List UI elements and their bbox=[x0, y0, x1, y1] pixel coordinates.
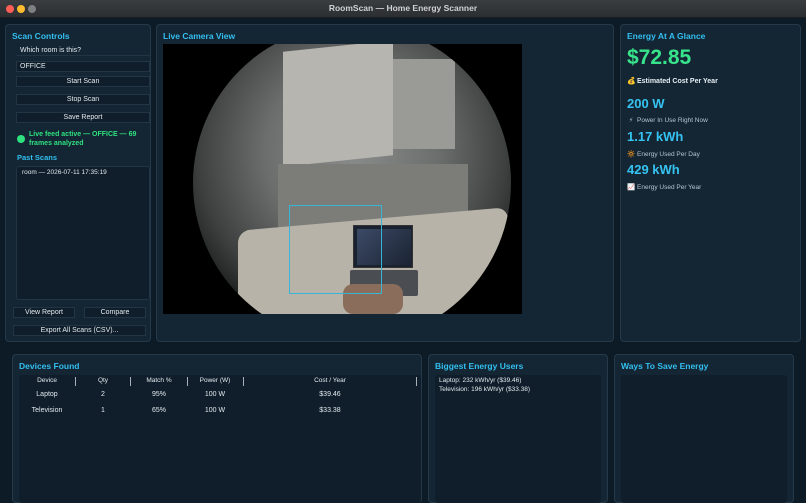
energy-per-day-value: 1.17 kWh bbox=[627, 129, 684, 144]
sun-icon: 🔆 bbox=[627, 151, 636, 158]
save-energy-panel: Ways To Save Energy bbox=[614, 354, 794, 503]
energy-glance-panel: Energy At A Glance $72.85 💰Estimated Cos… bbox=[620, 24, 801, 342]
devices-title: Devices Found bbox=[19, 361, 80, 371]
energy-glance-title: Energy At A Glance bbox=[627, 31, 706, 41]
room-name-input[interactable]: OFFICE bbox=[16, 61, 150, 72]
chart-up-icon: 📈 bbox=[627, 184, 636, 191]
scan-controls-title: Scan Controls bbox=[12, 31, 70, 41]
scan-controls-panel: Scan Controls Which room is this? OFFICE… bbox=[5, 24, 151, 342]
save-report-button[interactable]: Save Report bbox=[16, 112, 150, 123]
list-item: Television: 196 kWh/yr ($33.38) bbox=[439, 386, 531, 393]
stop-scan-button[interactable]: Stop Scan bbox=[16, 94, 150, 105]
title-bar: RoomScan — Home Energy Scanner bbox=[0, 0, 806, 18]
biggest-users-panel: Biggest Energy Users Laptop: 232 kWh/yr … bbox=[428, 354, 608, 503]
column-header-match[interactable]: Match % bbox=[131, 377, 187, 384]
column-header-qty[interactable]: Qty bbox=[76, 377, 130, 384]
past-scans-list[interactable]: room — 2026-07-11 17:35:19 bbox=[16, 166, 150, 300]
energy-per-day-label: 🔆 Energy Used Per Day bbox=[627, 151, 700, 158]
column-header-power[interactable]: Power (W) bbox=[188, 377, 242, 384]
save-energy-title: Ways To Save Energy bbox=[621, 361, 709, 371]
yearly-cost-value: $72.85 bbox=[627, 46, 692, 69]
camera-title: Live Camera View bbox=[163, 31, 236, 41]
money-bag-icon: 💰 bbox=[627, 78, 636, 85]
biggest-users-list[interactable]: Laptop: 232 kWh/yr ($39.46) Television: … bbox=[435, 375, 601, 503]
yearly-cost-label: 💰Estimated Cost Per Year bbox=[627, 78, 718, 85]
biggest-users-title: Biggest Energy Users bbox=[435, 361, 524, 371]
start-scan-button[interactable]: Start Scan bbox=[16, 76, 150, 87]
live-status-dot bbox=[17, 135, 25, 143]
export-csv-button[interactable]: Export All Scans (CSV)... bbox=[13, 325, 146, 336]
column-header-device[interactable]: Device bbox=[19, 377, 75, 384]
power-now-value: 200 W bbox=[627, 96, 665, 111]
devices-table[interactable]: Device Qty Match % Power (W) Cost / Year… bbox=[19, 375, 421, 503]
past-scans-title: Past Scans bbox=[17, 153, 58, 162]
room-prompt-label: Which room is this? bbox=[16, 45, 150, 56]
lightning-icon: ⚡ bbox=[628, 117, 634, 124]
live-status-text: Live feed active — OFFICE — 69 frames an… bbox=[29, 131, 137, 147]
devices-panel: Devices Found Device Qty Match % Power (… bbox=[12, 354, 422, 503]
detection-box bbox=[289, 205, 382, 294]
past-scan-item[interactable]: room — 2026-07-11 17:35:19 bbox=[22, 169, 107, 176]
save-energy-list[interactable] bbox=[621, 375, 787, 503]
energy-per-year-label: 📈 Energy Used Per Year bbox=[627, 184, 702, 191]
compare-button[interactable]: Compare bbox=[84, 307, 146, 318]
energy-per-year-value: 429 kWh bbox=[627, 162, 680, 177]
column-header-cost[interactable]: Cost / Year bbox=[244, 377, 416, 384]
devices-table-header: Device Qty Match % Power (W) Cost / Year bbox=[19, 375, 421, 387]
list-item: Laptop: 232 kWh/yr ($39.46) bbox=[439, 377, 522, 384]
window-title: RoomScan — Home Energy Scanner bbox=[328, 3, 478, 13]
view-report-button[interactable]: View Report bbox=[13, 307, 75, 318]
power-now-label: ⚡ Power In Use Right Now bbox=[628, 117, 708, 124]
